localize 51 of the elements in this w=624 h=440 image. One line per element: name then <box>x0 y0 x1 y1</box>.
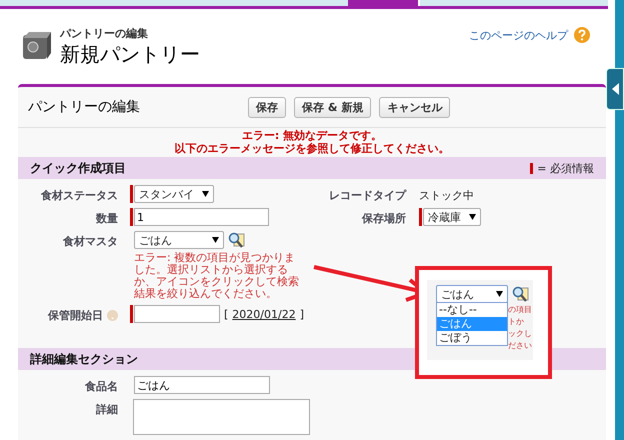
caret-icon <box>212 237 219 243</box>
dropdown[interactable]: 冷蔵庫 <box>423 208 481 226</box>
bracket: ] <box>300 308 304 320</box>
field-label: 保管開始日 <box>48 308 103 323</box>
caret-icon <box>496 291 503 297</box>
section-title: 詳細編集セクション <box>30 350 138 368</box>
section-title: クイック作成項目 <box>30 160 126 176</box>
required-marker <box>530 162 534 174</box>
date-field[interactable] <box>134 305 220 323</box>
lookup-icon[interactable] <box>228 232 245 248</box>
error-fragment: トか <box>508 316 525 328</box>
dropdown[interactable]: ごはん <box>436 285 508 303</box>
form-button[interactable]: 保存 & 新規 <box>294 96 372 118</box>
field-label: 食材ステータス <box>41 188 118 203</box>
error-fragment: ックし <box>508 328 532 340</box>
field-value: ストック中 <box>419 188 474 203</box>
legend-text: = 必須情報 <box>537 160 594 176</box>
error-message: 以下のエラーメッセージを参照して修正してください。 <box>174 142 450 155</box>
error-message: エラー: 無効なデータです。 <box>240 129 384 142</box>
error-fragment: の項目 <box>508 304 532 316</box>
text-field[interactable]: 1 <box>134 208 269 226</box>
field-label: 食品名 <box>85 379 118 394</box>
error-fragment: ださい <box>508 340 532 352</box>
safe-icon <box>22 31 52 61</box>
help-link[interactable]: このページのヘルプ <box>469 28 568 42</box>
panel-title: パントリーの編集 <box>27 98 141 116</box>
caret-icon <box>202 191 209 197</box>
triangle-icon <box>612 83 618 95</box>
dropdown-option[interactable]: ごぼう <box>437 331 507 345</box>
lookup-icon[interactable] <box>512 286 529 302</box>
form-button[interactable]: キャンセル <box>379 96 450 118</box>
error-message: エラー: 複数の項目が見つかりました。選択リストから選択するか、アイコンをクリックして検索結果を絞り込んでください。 <box>134 252 300 300</box>
field-label: 詳細 <box>96 402 118 417</box>
dropdown[interactable]: ごはん <box>134 231 224 249</box>
dropdown-option[interactable]: --なし-- <box>437 303 507 317</box>
page-subtitle: パントリーの編集 <box>60 26 149 40</box>
field-label: 保存場所 <box>362 212 406 225</box>
text-field[interactable]: ごはん <box>134 376 270 394</box>
help-icon[interactable] <box>574 27 590 43</box>
page-title: 新規パントリー <box>60 40 200 66</box>
field-label: レコードタイプ <box>329 189 406 202</box>
caret-icon <box>469 214 476 220</box>
help-icon[interactable] <box>107 310 118 321</box>
dropdown[interactable]: スタンバイ <box>134 185 214 203</box>
field-label: 食材マスタ <box>63 234 118 249</box>
sidebar-toggle[interactable] <box>606 68 624 110</box>
date-link[interactable]: 2020/01/22 <box>232 308 296 320</box>
bracket: [ <box>224 308 228 320</box>
form-button[interactable]: 保存 <box>248 96 286 118</box>
text-area[interactable] <box>132 399 310 435</box>
field-label: 数量 <box>96 211 118 226</box>
